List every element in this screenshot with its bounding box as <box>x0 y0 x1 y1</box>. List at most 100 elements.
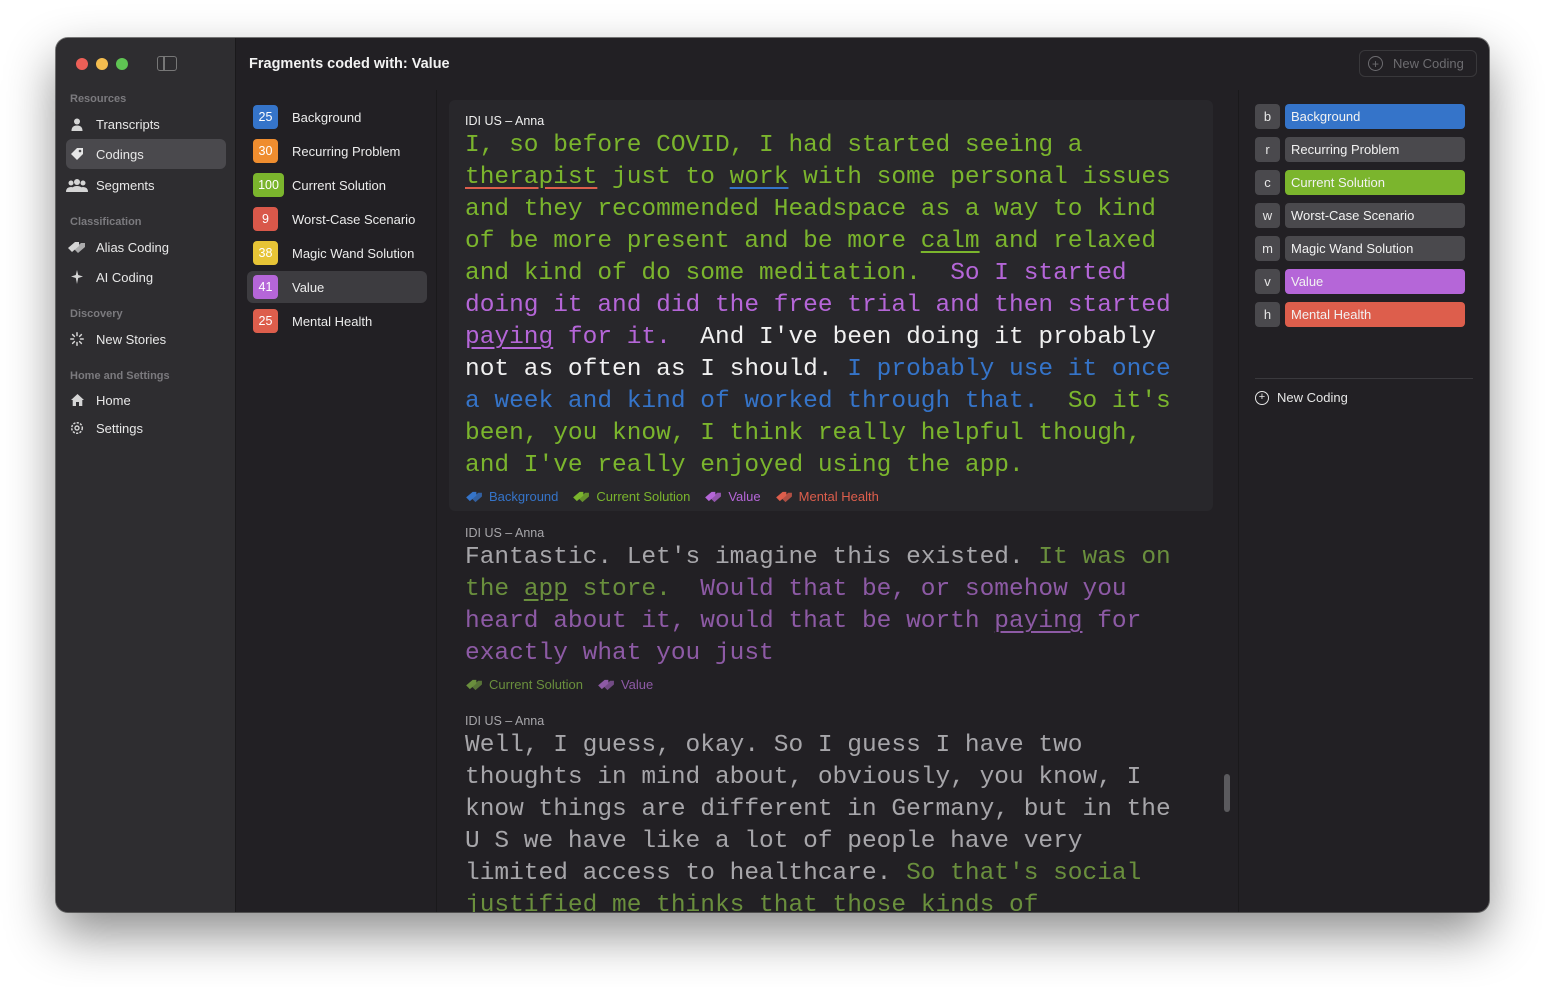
fragment-tag[interactable]: Value <box>704 488 761 504</box>
fragment-card[interactable]: IDI US – Anna Fantastic. Let's imagine t… <box>449 512 1213 696</box>
fragment-tag[interactable]: Background <box>465 489 558 504</box>
close-window-button[interactable] <box>76 58 88 70</box>
sparkle-icon <box>66 270 88 284</box>
shortcut-row-mental-health[interactable]: h Mental Health <box>1255 301 1465 327</box>
fragment-source: IDI US – Anna <box>465 526 545 540</box>
fragment-text[interactable]: Fantastic. Let's imagine this existed. I… <box>465 542 1197 670</box>
coded-word[interactable]: paying <box>465 324 553 351</box>
shortcut-panel: b Background r Recurring Problem c Curre… <box>1238 90 1489 912</box>
shortcut-row-recurring-problem[interactable]: r Recurring Problem <box>1255 136 1465 162</box>
count-badge: 25 <box>253 105 278 129</box>
sidebar-item-codings[interactable]: Codings <box>66 139 226 169</box>
fragment-tags: Current Solution Value <box>465 670 1197 698</box>
shortcut-row-background[interactable]: b Background <box>1255 103 1465 129</box>
person-icon <box>66 118 88 131</box>
fragment-tag[interactable]: Mental Health <box>775 489 879 504</box>
text-segment: just to <box>597 164 730 191</box>
shortcut-label: Mental Health <box>1285 301 1465 327</box>
coded-word[interactable]: app <box>524 576 568 603</box>
scrollbar[interactable] <box>1224 774 1230 812</box>
sidebar: Resources Transcripts Codings Segments C… <box>56 38 236 912</box>
alias-icon <box>572 490 596 503</box>
sidebar-item-label: Home <box>96 392 131 408</box>
fragment-tag[interactable]: Current Solution <box>465 677 583 692</box>
coding-label: Background <box>292 109 362 125</box>
coded-word[interactable]: calm <box>921 228 980 255</box>
new-coding-link[interactable]: + New Coding <box>1255 390 1348 405</box>
coded-word[interactable]: work <box>730 164 789 191</box>
shortcut-label: Recurring Problem <box>1285 136 1465 162</box>
coding-row-value[interactable]: 41 Value <box>247 271 427 303</box>
fragment-source: IDI US – Anna <box>465 714 545 728</box>
coded-word[interactable]: therapist <box>465 164 597 191</box>
shortcut-key: w <box>1255 202 1280 228</box>
alias-icon <box>465 490 489 503</box>
count-badge: 41 <box>253 275 278 299</box>
fragments-pane[interactable]: IDI US – Anna I, so before COVID, I had … <box>438 90 1238 912</box>
shortcut-row-value[interactable]: v Value <box>1255 268 1465 294</box>
page-title: Fragments coded with: Value <box>249 56 450 72</box>
fragment-card[interactable]: IDI US – Anna I, so before COVID, I had … <box>449 100 1213 511</box>
fragment-source: IDI US – Anna <box>465 114 545 128</box>
fragment-tag-label: Value <box>728 488 761 504</box>
tag-icon <box>66 147 88 161</box>
text-segment: Fantastic. Let's imagine this existed. <box>465 544 1039 571</box>
coding-label: Magic Wand Solution <box>292 245 415 261</box>
spinner-icon <box>66 332 88 346</box>
coding-row-magic-wand-solution[interactable]: 38 Magic Wand Solution <box>247 237 427 269</box>
sidebar-item-new-stories[interactable]: New Stories <box>66 324 226 354</box>
sidebar-item-label: Codings <box>96 146 144 162</box>
shortcut-row-magic-wand-solution[interactable]: m Magic Wand Solution <box>1255 235 1465 261</box>
coding-row-current-solution[interactable]: 100 Current Solution <box>247 169 427 201</box>
maximize-window-button[interactable] <box>116 58 128 70</box>
alias-icon <box>775 490 799 503</box>
sidebar-item-alias-coding[interactable]: Alias Coding <box>66 232 226 262</box>
gear-icon <box>66 421 88 435</box>
sidebar-item-transcripts[interactable]: Transcripts <box>66 109 226 139</box>
shortcut-key: v <box>1255 268 1280 294</box>
sidebar-item-ai-coding[interactable]: AI Coding <box>66 262 226 292</box>
alias-icon <box>597 678 621 691</box>
count-badge: 25 <box>253 309 278 333</box>
sidebar-item-label: Segments <box>96 177 155 193</box>
sidebar-item-segments[interactable]: Segments <box>66 170 226 200</box>
coding-label: Recurring Problem <box>292 143 401 159</box>
section-resources: Resources <box>70 93 127 105</box>
coding-row-recurring-problem[interactable]: 30 Recurring Problem <box>247 135 427 167</box>
minimize-window-button[interactable] <box>96 58 108 70</box>
fragment-tag-label: Current Solution <box>489 676 583 692</box>
shortcut-row-current-solution[interactable]: c Current Solution <box>1255 169 1465 195</box>
shortcut-label: Magic Wand Solution <box>1285 235 1465 261</box>
coding-label: Current Solution <box>292 177 386 193</box>
plus-circle-icon: + <box>1255 390 1269 405</box>
fragment-text[interactable]: I, so before COVID, I had started seeing… <box>465 130 1197 482</box>
section-home-settings: Home and Settings <box>70 370 170 382</box>
shortcut-row-worst-case-scenario[interactable]: w Worst-Case Scenario <box>1255 202 1465 228</box>
fragment-text[interactable]: Well, I guess, okay. So I guess I have t… <box>465 730 1197 912</box>
fragment-card[interactable]: IDI US – Anna Well, I guess, okay. So I … <box>449 700 1213 912</box>
sidebar-item-settings[interactable]: Settings <box>66 413 226 443</box>
fragment-tag[interactable]: Value <box>597 677 653 692</box>
fragment-tag[interactable]: Current Solution <box>572 489 690 504</box>
shortcut-label: Current Solution <box>1285 169 1465 195</box>
new-coding-button[interactable]: + New Coding <box>1359 50 1477 77</box>
coding-label: Worst-Case Scenario <box>292 211 416 227</box>
shortcut-label: Value <box>1285 268 1465 294</box>
coded-word[interactable]: paying <box>994 608 1082 635</box>
new-coding-label: New Coding <box>1393 56 1464 71</box>
shortcut-key: b <box>1255 103 1280 129</box>
sidebar-item-label: Settings <box>96 420 143 436</box>
shortcut-label: Worst-Case Scenario <box>1285 202 1465 228</box>
count-badge: 38 <box>253 241 278 265</box>
text-segment: I, so before COVID, I had started seeing… <box>465 132 1098 159</box>
sidebar-item-home[interactable]: Home <box>66 385 226 415</box>
coding-row-worst-case-scenario[interactable]: 9 Worst-Case Scenario <box>247 203 427 235</box>
coding-list: 25 Background 30 Recurring Problem 100 C… <box>236 90 437 912</box>
coding-row-mental-health[interactable]: 25 Mental Health <box>247 305 427 337</box>
house-icon <box>66 393 88 407</box>
sidebar-toggle-icon[interactable] <box>157 56 177 71</box>
coding-row-background[interactable]: 25 Background <box>247 101 427 133</box>
fragment-tag-label: Background <box>489 488 559 504</box>
sidebar-item-label: Alias Coding <box>96 239 169 255</box>
shortcut-key: r <box>1255 136 1280 162</box>
